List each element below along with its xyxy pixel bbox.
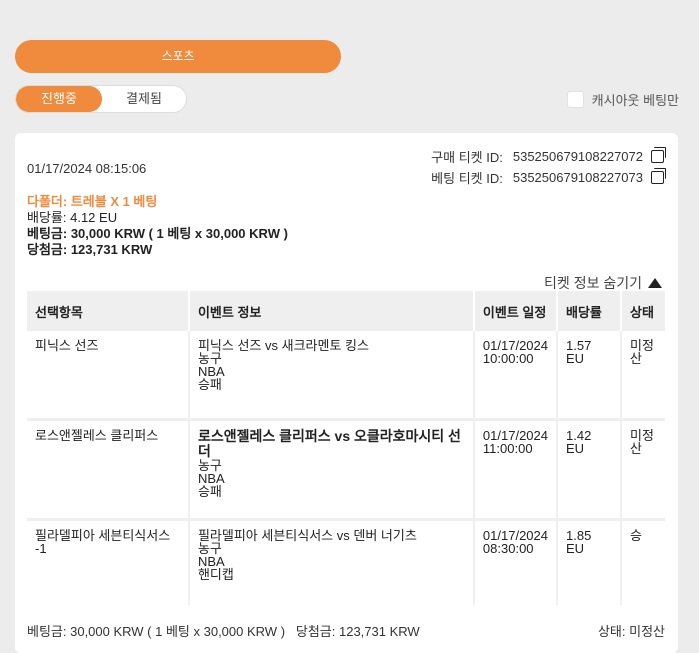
table-row: 필라델피아 세븐티식서스 -1 필라델피아 세븐티식서스 vs 덴버 너기츠 농… (27, 519, 665, 605)
bet-stake: 베팅금: 30,000 KRW ( 1 베팅 x 30,000 KRW ) (27, 226, 288, 241)
cashout-label: 캐시아웃 베팅만 (591, 93, 679, 108)
table-row: 로스앤젤레스 클리퍼스 로스앤젤레스 클리퍼스 vs 오클라호마시티 선더 농구… (27, 419, 665, 519)
event-date: 01/17/2024 (482, 427, 548, 443)
purchase-id-label: 구매 티켓 ID: (431, 150, 503, 165)
selection-cell: 로스앤젤레스 클리퍼스 (27, 419, 190, 519)
cashout-filter[interactable]: 캐시아웃 베팅만 (566, 90, 679, 109)
event-market: 핸디캡 (197, 566, 234, 582)
footer-stake: 베팅금: 30,000 KRW ( 1 베팅 x 30,000 KRW ) (27, 624, 286, 639)
event-sport: 농구 (197, 540, 222, 556)
bet-type: 다폴더: 트레블 X 1 베팅 (27, 194, 158, 209)
table-row: 피닉스 선즈 피닉스 선즈 vs 새크라멘토 킹스 농구 NBA 승패 01/1… (27, 331, 665, 419)
ticket-card: 01/17/2024 08:15:06 구매 티켓 ID: 5352506791… (15, 133, 678, 653)
bet-odds: 배당률: 4.12 EU (27, 210, 118, 225)
status-cell: 미정산 (629, 427, 654, 456)
event-time: 10:00:00 (482, 351, 534, 366)
toggle-label: 티켓 정보 숨기기 (544, 275, 642, 291)
odds-cell: 1.85 EU (557, 519, 622, 605)
event-name: 필라델피아 세븐티식서스 vs 덴버 너기츠 (197, 527, 417, 543)
status-cell: 승 (629, 527, 642, 543)
bet-summary: 다폴더: 트레블 X 1 베팅 배당률: 4.12 EU 베팅금: 30,000… (27, 194, 288, 258)
bet-id-value: 535250679108227073 (512, 170, 643, 185)
event-sport: 농구 (197, 351, 222, 366)
tab-in-progress[interactable]: 진행중 (16, 86, 102, 112)
schedule-cell: 01/17/2024 10:00:00 (473, 331, 559, 419)
ticket-date: 01/17/2024 08:15:06 (27, 161, 147, 176)
event-cell: 로스앤젤레스 클리퍼스 vs 오클라호마시티 선더 농구 NBA 승패 (188, 419, 475, 519)
event-cell: 필라델피아 세븐티식서스 vs 덴버 너기츠 농구 NBA 핸디캡 (188, 519, 475, 605)
footer-payout: 당첨금: 123,731 KRW (295, 624, 420, 639)
status-cell: 미정산 (629, 338, 654, 366)
selection-cell: 필라델피아 세븐티식서스 -1 (27, 519, 190, 605)
event-market: 승패 (197, 483, 222, 499)
event-league: NBA (197, 553, 225, 569)
ticket-ids: 구매 티켓 ID: 535250679108227072 베팅 티켓 ID: 5… (431, 146, 666, 188)
ticket-footer: 베팅금: 30,000 KRW ( 1 베팅 x 30,000 KRW ) 당첨… (27, 621, 665, 640)
col-header-selection: 선택항목 (27, 291, 190, 331)
event-time: 11:00:00 (482, 440, 533, 456)
event-name: 피닉스 선즈 vs 새크라멘토 킹스 (197, 338, 369, 353)
selections-table: 선택항목 이벤트 정보 이벤트 일정 배당률 상태 피닉스 선즈 피닉스 선즈 … (27, 291, 665, 605)
cashout-checkbox[interactable] (566, 91, 584, 108)
bet-payout: 당첨금: 123,731 KRW (27, 242, 153, 257)
schedule-cell: 01/17/2024 11:00:00 (473, 419, 559, 519)
event-league: NBA (197, 470, 225, 486)
event-name: 로스앤젤레스 클리퍼스 vs 오클라호마시티 선더 (197, 427, 461, 459)
copy-icon[interactable] (651, 168, 666, 184)
tab-settled[interactable]: 결제됨 (102, 86, 186, 112)
event-time: 08:30:00 (482, 540, 534, 556)
event-sport: 농구 (197, 457, 222, 473)
copy-icon[interactable] (651, 147, 666, 163)
col-header-schedule: 이벤트 일정 (473, 291, 559, 331)
col-header-odds: 배당률 (557, 291, 622, 331)
odds-cell: 1.42 EU (557, 419, 622, 519)
event-league: NBA (197, 364, 225, 379)
caret-up-icon (648, 278, 662, 288)
sports-button[interactable]: 스포츠 (15, 40, 341, 73)
schedule-cell: 01/17/2024 08:30:00 (473, 519, 559, 605)
event-market: 승패 (197, 377, 222, 392)
col-header-event: 이벤트 정보 (188, 291, 475, 331)
selection-cell: 피닉스 선즈 (27, 331, 190, 419)
event-date: 01/17/2024 (482, 527, 548, 543)
odds-cell: 1.57 EU (557, 331, 622, 419)
col-header-status: 상태 (620, 291, 665, 331)
purchase-id-value: 535250679108227072 (512, 149, 643, 164)
bet-id-label: 베팅 티켓 ID: (431, 171, 503, 186)
footer-status: 상태: 미정산 (597, 624, 665, 639)
hide-ticket-info-toggle[interactable]: 티켓 정보 숨기기 (544, 273, 662, 293)
event-cell: 피닉스 선즈 vs 새크라멘토 킹스 농구 NBA 승패 (188, 331, 475, 419)
status-tabs: 진행중 결제됨 (15, 85, 187, 113)
